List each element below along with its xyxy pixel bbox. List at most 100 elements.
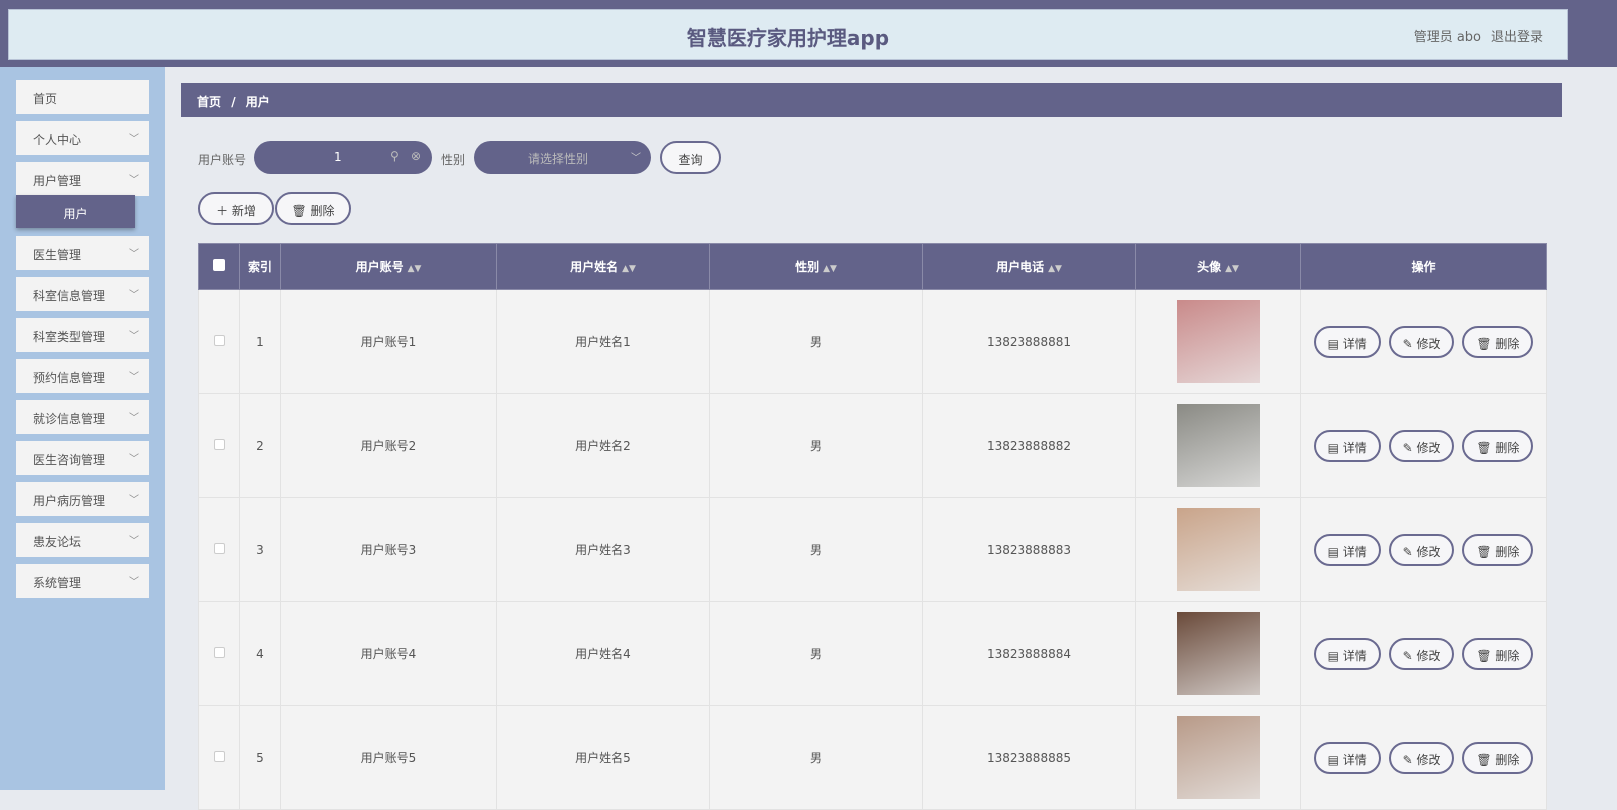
- pencil-icon: ✎: [1402, 544, 1417, 559]
- edit-button[interactable]: ✎ 修改: [1388, 533, 1455, 566]
- sidebar-item[interactable]: 就诊信息管理 ﹀: [16, 400, 149, 434]
- trash-icon: 🗑: [1476, 648, 1496, 663]
- sidebar-item[interactable]: 医生管理 ﹀: [16, 236, 149, 270]
- avatar[interactable]: [1176, 404, 1260, 487]
- cell-name: 用户姓名1: [496, 289, 710, 394]
- trash-icon: 🗑: [1476, 440, 1496, 455]
- document-icon: ▤: [1327, 648, 1343, 663]
- sort-icon: ▲▼: [407, 264, 422, 274]
- breadcrumb-home[interactable]: 首页: [197, 95, 221, 109]
- detail-button[interactable]: ▤ 详情: [1313, 325, 1381, 358]
- logout-link[interactable]: 退出登录: [1491, 26, 1543, 45]
- admin-user: 管理员 abo: [1413, 30, 1481, 45]
- sidebar-item[interactable]: 科室信息管理 ﹀: [16, 277, 149, 311]
- sidebar-item[interactable]: 用户病历管理 ﹀: [16, 482, 149, 516]
- cell-gender: 男: [709, 289, 923, 394]
- edit-button[interactable]: ✎ 修改: [1388, 637, 1455, 670]
- add-button[interactable]: ＋ 新增: [198, 192, 274, 225]
- avatar[interactable]: [1176, 716, 1260, 799]
- delete-button[interactable]: 🗑 删除: [1462, 741, 1534, 774]
- sidebar-item-label: 预约信息管理: [33, 371, 106, 385]
- edit-button[interactable]: ✎ 修改: [1388, 325, 1455, 358]
- gender-select[interactable]: 请选择性别 ﹀: [474, 141, 651, 174]
- table-row: 5 用户账号5 用户姓名5 男 13823888885 ▤ 详情 ✎ 修改 🗑 …: [198, 705, 1547, 810]
- gender-placeholder: 请选择性别: [528, 152, 589, 166]
- detail-button[interactable]: ▤ 详情: [1313, 533, 1381, 566]
- document-icon: ▤: [1327, 336, 1343, 351]
- delete-button[interactable]: 🗑 删除: [1462, 637, 1534, 670]
- trash-icon: 🗑: [291, 204, 311, 218]
- cell-avatar: [1135, 497, 1301, 602]
- chevron-down-icon: ﹀: [129, 331, 139, 342]
- sidebar-item-label: 首页: [33, 92, 58, 106]
- delete-button[interactable]: 🗑 删除: [1462, 325, 1534, 358]
- trash-icon: 🗑: [1476, 752, 1496, 767]
- document-icon: ▤: [1327, 752, 1343, 767]
- col-account[interactable]: 用户账号 ▲▼: [280, 243, 497, 290]
- row-checkbox[interactable]: [198, 601, 240, 706]
- cell-actions: ▤ 详情 ✎ 修改 🗑 删除: [1300, 289, 1547, 394]
- sidebar-item[interactable]: 首页: [16, 80, 149, 114]
- col-name[interactable]: 用户姓名 ▲▼: [496, 243, 710, 290]
- cell-actions: ▤ 详情 ✎ 修改 🗑 删除: [1300, 393, 1547, 498]
- breadcrumb: 首页 / 用户: [181, 83, 1562, 117]
- chevron-down-icon: ﹀: [129, 290, 139, 301]
- table-row: 2 用户账号2 用户姓名2 男 13823888882 ▤ 详情 ✎ 修改 🗑 …: [198, 393, 1547, 498]
- cell-gender: 男: [709, 601, 923, 706]
- col-index: 索引: [239, 243, 281, 290]
- table-header-row: 索引 用户账号 ▲▼ 用户姓名 ▲▼ 性别 ▲▼ 用户电话 ▲▼ 头像 ▲▼ 操作: [198, 243, 1547, 290]
- sidebar-item-label: 用户病历管理: [33, 494, 106, 508]
- account-label: 用户账号: [198, 153, 247, 167]
- row-checkbox[interactable]: [198, 705, 240, 810]
- sidebar-item[interactable]: 科室类型管理 ﹀: [16, 318, 149, 352]
- cell-account: 用户账号2: [280, 393, 497, 498]
- edit-button[interactable]: ✎ 修改: [1388, 741, 1455, 774]
- clear-icon[interactable]: ⊗: [411, 149, 421, 163]
- document-icon: ▤: [1327, 544, 1343, 559]
- sidebar-item[interactable]: 患友论坛 ﹀: [16, 523, 149, 557]
- pencil-icon: ✎: [1402, 752, 1417, 767]
- cell-name: 用户姓名2: [496, 393, 710, 498]
- cell-index: 1: [239, 289, 281, 394]
- avatar[interactable]: [1176, 300, 1260, 383]
- sidebar-item-label: 就诊信息管理: [33, 412, 106, 426]
- delete-button[interactable]: 🗑 删除: [1462, 533, 1534, 566]
- breadcrumb-current: 用户: [245, 95, 270, 109]
- table-row: 1 用户账号1 用户姓名1 男 13823888881 ▤ 详情 ✎ 修改 🗑 …: [198, 289, 1547, 394]
- sidebar-item[interactable]: 个人中心 ﹀: [16, 121, 149, 155]
- detail-button[interactable]: ▤ 详情: [1313, 637, 1381, 670]
- sort-icon: ▲▼: [823, 264, 837, 274]
- cell-index: 4: [239, 601, 281, 706]
- pencil-icon: ✎: [1402, 336, 1417, 351]
- search-icon: ⚲: [390, 149, 399, 163]
- sidebar-subitem-user[interactable]: 用户: [16, 195, 135, 228]
- sort-icon: ▲▼: [1048, 264, 1062, 274]
- batch-delete-button[interactable]: 🗑 删除: [275, 192, 351, 225]
- sidebar-item[interactable]: 用户管理 ﹀: [16, 162, 149, 196]
- chevron-down-icon: ﹀: [129, 134, 139, 145]
- account-search-input[interactable]: 1 ⚲ ⊗: [254, 141, 432, 174]
- row-checkbox[interactable]: [198, 393, 240, 498]
- avatar[interactable]: [1176, 612, 1260, 695]
- col-phone[interactable]: 用户电话 ▲▼: [922, 243, 1136, 290]
- sidebar-item[interactable]: 预约信息管理 ﹀: [16, 359, 149, 393]
- cell-gender: 男: [709, 497, 923, 602]
- detail-button[interactable]: ▤ 详情: [1313, 741, 1381, 774]
- trash-icon: 🗑: [1476, 544, 1496, 559]
- edit-button[interactable]: ✎ 修改: [1388, 429, 1455, 462]
- row-checkbox[interactable]: [198, 289, 240, 394]
- detail-button[interactable]: ▤ 详情: [1313, 429, 1381, 462]
- cell-account: 用户账号5: [280, 705, 497, 810]
- sidebar-item-label: 医生管理: [33, 248, 82, 262]
- select-all-checkbox[interactable]: [198, 243, 240, 290]
- chevron-down-icon: ﹀: [129, 454, 139, 465]
- query-button[interactable]: 查询: [660, 141, 721, 174]
- chevron-down-icon: ﹀: [129, 249, 139, 260]
- row-checkbox[interactable]: [198, 497, 240, 602]
- sidebar-item[interactable]: 医生咨询管理 ﹀: [16, 441, 149, 475]
- sidebar-item[interactable]: 系统管理 ﹀: [16, 564, 149, 598]
- col-avatar[interactable]: 头像 ▲▼: [1135, 243, 1301, 290]
- avatar[interactable]: [1176, 508, 1260, 591]
- delete-button[interactable]: 🗑 删除: [1462, 429, 1534, 462]
- col-gender[interactable]: 性别 ▲▼: [709, 243, 923, 290]
